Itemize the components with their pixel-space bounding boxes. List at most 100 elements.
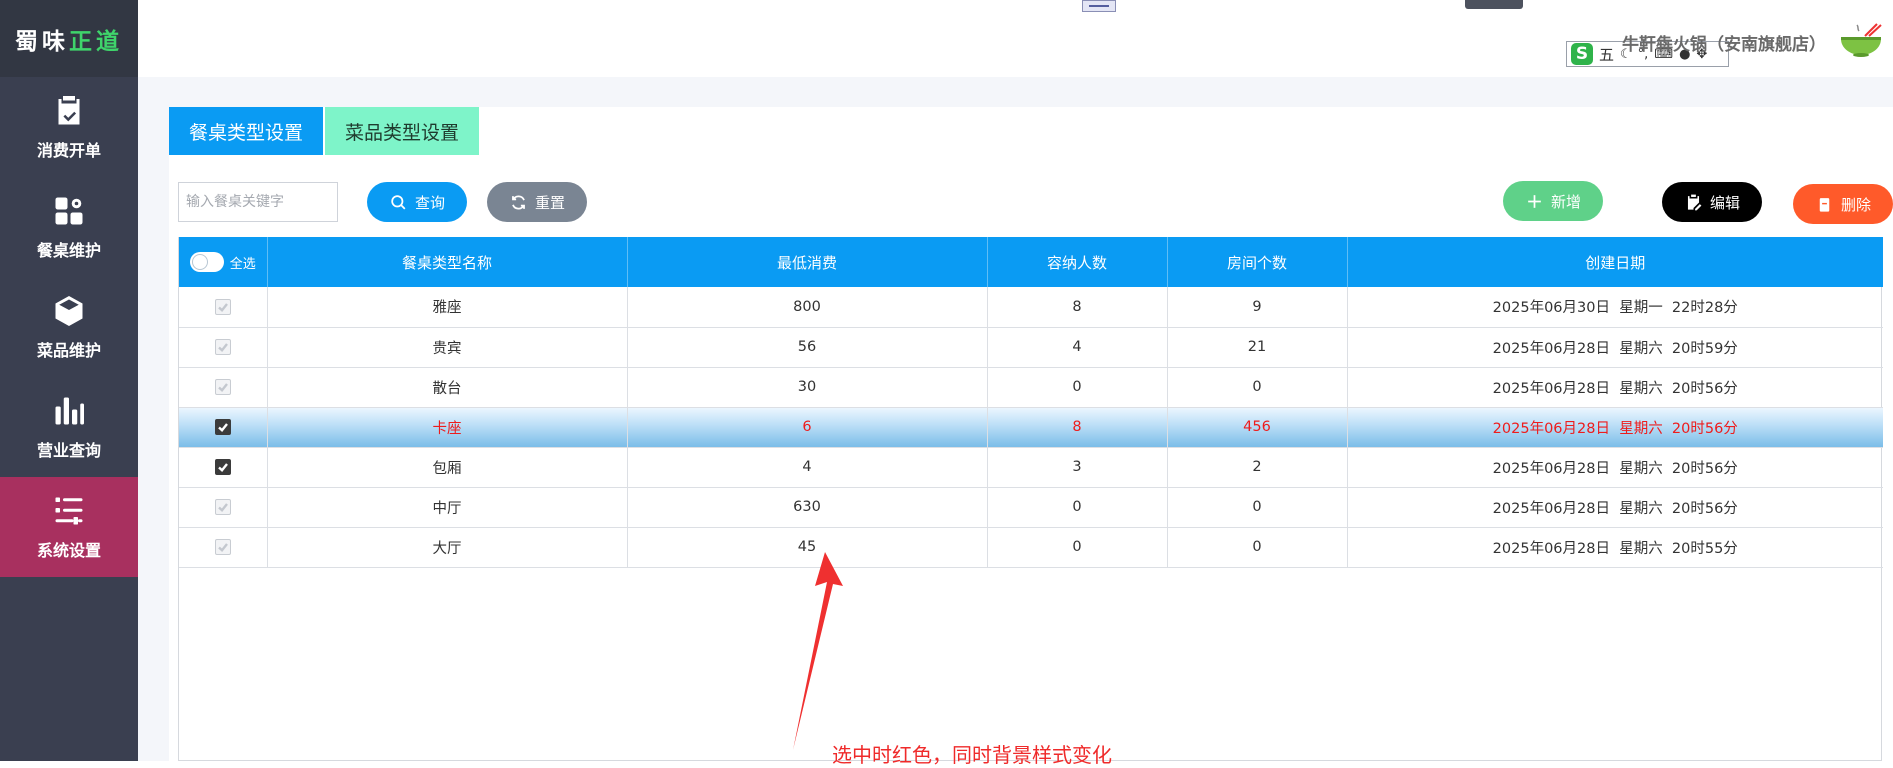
table-row[interactable]: 卡座684562025年06月28日 星期六 20时56分 bbox=[179, 407, 1883, 447]
add-button[interactable]: 新增 bbox=[1503, 181, 1603, 221]
store-name: 牛靬犇火锅（安南旗舰店） bbox=[1622, 30, 1826, 55]
row-checkbox[interactable] bbox=[215, 419, 231, 435]
tab-table-type-settings[interactable]: 餐桌类型设置 bbox=[169, 107, 323, 155]
tab-bar: 餐桌类型设置 菜品类型设置 bbox=[169, 107, 479, 155]
cell-rooms: 456 bbox=[1167, 407, 1347, 447]
search-input[interactable] bbox=[178, 182, 338, 222]
cell-created: 2025年06月28日 星期六 20时56分 bbox=[1347, 407, 1883, 447]
select-all-toggle[interactable] bbox=[190, 252, 224, 272]
trash-icon bbox=[1815, 195, 1834, 214]
ime-mode[interactable]: 五 bbox=[1599, 44, 1614, 65]
cube-icon bbox=[51, 293, 87, 329]
cell-capacity: 8 bbox=[987, 287, 1167, 327]
add-button-label: 新增 bbox=[1551, 191, 1581, 212]
cell-min-spend: 6 bbox=[627, 407, 987, 447]
row-checkbox-cell[interactable] bbox=[179, 487, 267, 527]
query-button-label: 查询 bbox=[415, 192, 445, 213]
row-checkbox-cell[interactable] bbox=[179, 367, 267, 407]
row-checkbox[interactable] bbox=[215, 379, 231, 395]
row-checkbox[interactable] bbox=[215, 339, 231, 355]
annotation-arrow bbox=[789, 552, 849, 752]
cell-rooms: 0 bbox=[1167, 367, 1347, 407]
sidebar-item-dishes[interactable]: 菜品维护 bbox=[0, 277, 138, 377]
sidebar-item-label: 消费开单 bbox=[37, 137, 101, 161]
cell-rooms: 9 bbox=[1167, 287, 1347, 327]
clipboard-check-icon bbox=[51, 93, 87, 129]
row-checkbox[interactable] bbox=[215, 299, 231, 315]
sidebar-item-system-settings[interactable]: 系统设置 bbox=[0, 477, 138, 577]
row-checkbox[interactable] bbox=[215, 499, 231, 515]
sidebar: 蜀味正道 消费开单 餐桌维护 菜品维护 营业查询 系统设置 bbox=[0, 0, 138, 761]
annotation-text: 选中时红色，同时背景样式变化 bbox=[832, 739, 1112, 768]
cell-name: 大厅 bbox=[267, 527, 627, 567]
column-header-rooms: 房间个数 bbox=[1167, 237, 1347, 287]
settings-list-icon bbox=[51, 493, 87, 529]
top-bar: S 五 ☾ °, ⌨ ● ✥ 牛靬犇火锅（安南旗舰店） bbox=[138, 0, 1893, 77]
row-checkbox-cell[interactable] bbox=[179, 447, 267, 487]
cell-rooms: 2 bbox=[1167, 447, 1347, 487]
logo-text-part1: 蜀味 bbox=[15, 22, 69, 56]
checkmark-icon bbox=[217, 461, 229, 473]
sidebar-item-business-query[interactable]: 营业查询 bbox=[0, 377, 138, 477]
tab-dish-type-settings[interactable]: 菜品类型设置 bbox=[325, 107, 479, 155]
bar-chart-icon bbox=[51, 393, 87, 429]
sidebar-item-order[interactable]: 消费开单 bbox=[0, 77, 138, 177]
cell-name: 贵宾 bbox=[267, 327, 627, 367]
cell-rooms: 0 bbox=[1167, 527, 1347, 567]
row-checkbox[interactable] bbox=[215, 459, 231, 475]
row-checkbox-cell[interactable] bbox=[179, 287, 267, 327]
main-area: 餐桌类型设置 菜品类型设置 查询 重置 新增 编辑 删除 bbox=[138, 77, 1893, 761]
sidebar-item-label: 营业查询 bbox=[37, 437, 101, 461]
window-widget bbox=[1465, 0, 1523, 9]
row-checkbox-cell[interactable] bbox=[179, 327, 267, 367]
cell-rooms: 0 bbox=[1167, 487, 1347, 527]
sidebar-item-tables[interactable]: 餐桌维护 bbox=[0, 177, 138, 277]
table-row[interactable]: 贵宾564212025年06月28日 星期六 20时59分 bbox=[179, 327, 1883, 367]
table-row[interactable]: 中厅630002025年06月28日 星期六 20时56分 bbox=[179, 487, 1883, 527]
cell-name: 雅座 bbox=[267, 287, 627, 327]
sidebar-item-label: 餐桌维护 bbox=[37, 237, 101, 261]
cell-min-spend: 630 bbox=[627, 487, 987, 527]
cell-min-spend: 30 bbox=[627, 367, 987, 407]
cell-created: 2025年06月28日 星期六 20时56分 bbox=[1347, 447, 1883, 487]
cell-min-spend: 56 bbox=[627, 327, 987, 367]
sidebar-item-label: 菜品维护 bbox=[37, 337, 101, 361]
table-row[interactable]: 散台30002025年06月28日 星期六 20时56分 bbox=[179, 367, 1883, 407]
cell-name: 中厅 bbox=[267, 487, 627, 527]
checkmark-icon bbox=[217, 301, 229, 313]
select-all-label: 全选 bbox=[230, 253, 256, 272]
cell-name: 卡座 bbox=[267, 407, 627, 447]
logo-text-part2: 正道 bbox=[69, 22, 123, 56]
cell-min-spend: 800 bbox=[627, 287, 987, 327]
select-all-header[interactable]: 全选 bbox=[179, 237, 267, 287]
cell-created: 2025年06月28日 星期六 20时56分 bbox=[1347, 367, 1883, 407]
delete-button[interactable]: 删除 bbox=[1793, 184, 1893, 224]
cell-name: 包厢 bbox=[267, 447, 627, 487]
table-row[interactable]: 大厅45002025年06月28日 星期六 20时55分 bbox=[179, 527, 1883, 567]
plus-icon bbox=[1525, 192, 1544, 211]
row-checkbox-cell[interactable] bbox=[179, 407, 267, 447]
row-checkbox-cell[interactable] bbox=[179, 527, 267, 567]
table-row[interactable]: 雅座800892025年06月30日 星期一 22时28分 bbox=[179, 287, 1883, 327]
query-button[interactable]: 查询 bbox=[367, 182, 467, 222]
toolbar: 查询 重置 新增 编辑 删除 bbox=[178, 181, 1893, 223]
column-header-created: 创建日期 bbox=[1347, 237, 1883, 287]
table-type-table: 全选 餐桌类型名称 最低消费 容纳人数 房间个数 创建日期 雅座80089202… bbox=[178, 237, 1882, 761]
table-header-row: 全选 餐桌类型名称 最低消费 容纳人数 房间个数 创建日期 bbox=[179, 237, 1883, 287]
checkmark-icon bbox=[217, 341, 229, 353]
edit-button[interactable]: 编辑 bbox=[1662, 182, 1762, 222]
delete-button-label: 删除 bbox=[1841, 194, 1871, 215]
row-checkbox[interactable] bbox=[215, 539, 231, 555]
column-header-name: 餐桌类型名称 bbox=[267, 237, 627, 287]
refresh-icon bbox=[509, 193, 528, 212]
app-logo: 蜀味正道 bbox=[0, 0, 138, 77]
cell-capacity: 3 bbox=[987, 447, 1167, 487]
grid-gear-icon bbox=[51, 193, 87, 229]
column-header-min-spend: 最低消费 bbox=[627, 237, 987, 287]
cell-capacity: 8 bbox=[987, 407, 1167, 447]
table-row[interactable]: 包厢4322025年06月28日 星期六 20时56分 bbox=[179, 447, 1883, 487]
cell-capacity: 4 bbox=[987, 327, 1167, 367]
hotpot-bowl-icon bbox=[1839, 22, 1883, 58]
edit-button-label: 编辑 bbox=[1710, 192, 1740, 213]
reset-button[interactable]: 重置 bbox=[487, 182, 587, 222]
